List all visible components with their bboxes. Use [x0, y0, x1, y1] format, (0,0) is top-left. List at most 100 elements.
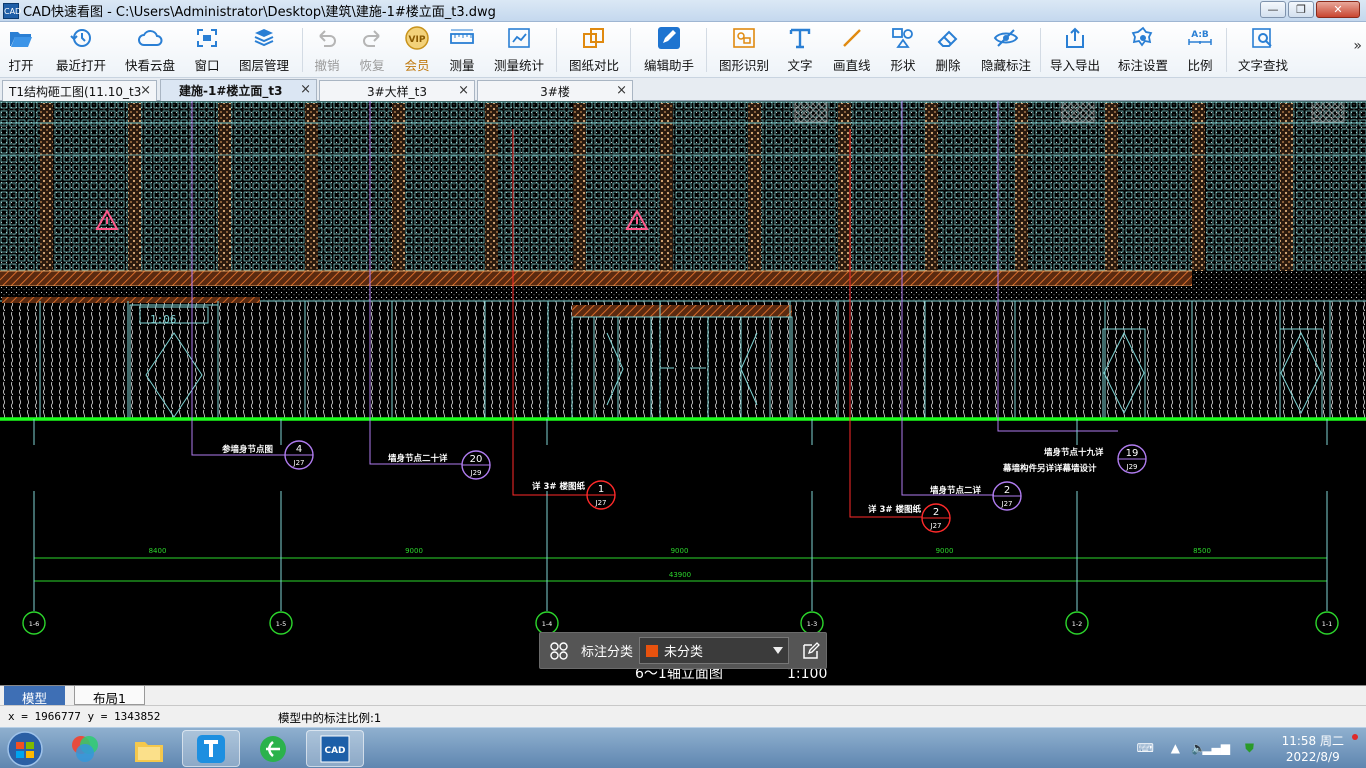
callout-label: 幕墙构件另详详幕墙设计 — [1002, 463, 1097, 474]
tab-structure-drawing[interactable]: T1结构砸工图(11.10_t3 × — [2, 80, 157, 101]
security-shield-icon[interactable]: ⛊ — [1245, 741, 1254, 756]
measure-stats-button[interactable]: 测量统计 — [494, 26, 544, 74]
stone-column — [660, 103, 673, 271]
layer-manager-button[interactable]: 图层管理 — [239, 26, 289, 74]
text-search-icon — [1250, 26, 1276, 50]
total-dimension-value: 43900 — [669, 571, 691, 579]
main-toolbar: 打开 最近打开 快看云盘 窗口 图层管理 撤销 恢复 VIP 会员 测量 测量统… — [0, 22, 1366, 78]
detail-callout[interactable]: 19 J29 — [1117, 444, 1147, 474]
scale-ab-icon: A:B — [1187, 26, 1213, 50]
tab-close-icon[interactable]: × — [140, 83, 151, 98]
show-hidden-icons[interactable]: ▲ — [1171, 741, 1180, 755]
maximize-button[interactable]: ❐ — [1288, 1, 1314, 18]
import-export-icon — [1062, 26, 1088, 50]
edit-icon[interactable] — [801, 641, 821, 661]
cloud-disk-button[interactable]: 快看云盘 — [125, 26, 175, 74]
ruler-icon — [449, 26, 475, 50]
edit-assistant-button[interactable]: 编辑助手 — [644, 26, 694, 74]
annotation-settings-button[interactable]: 标注设置 — [1118, 26, 1168, 74]
classifier-dropdown[interactable]: 未分类 — [639, 637, 790, 664]
layout-tabs: 模型 布局1 — [0, 685, 1366, 706]
detail-callout[interactable]: 2 J27 — [992, 481, 1022, 511]
scale-button[interactable]: A:B 比例 — [1187, 26, 1213, 74]
chevron-down-icon — [773, 647, 784, 654]
svg-text:CAD: CAD — [324, 746, 345, 756]
toolbar-separator — [1040, 28, 1041, 72]
close-button[interactable]: ✕ — [1316, 1, 1360, 18]
compare-sheets-button[interactable]: 图纸对比 — [569, 26, 619, 74]
minimize-button[interactable]: — — [1260, 1, 1286, 18]
typing-app-icon[interactable] — [182, 730, 240, 767]
compare-sheets-icon — [581, 26, 607, 50]
vip-member-button[interactable]: VIP 会员 — [404, 26, 430, 74]
undo-button[interactable]: 撤销 — [314, 26, 340, 74]
tab-close-icon[interactable]: × — [616, 83, 627, 98]
stone-column — [218, 103, 231, 271]
open-button[interactable]: 打开 — [8, 26, 34, 74]
svg-text:VIP: VIP — [409, 35, 426, 45]
draw-line-button[interactable]: 画直线 — [833, 26, 871, 74]
toolbar-separator — [302, 28, 303, 72]
cad-icon[interactable]: CAD — [306, 730, 364, 767]
import-export-button[interactable]: 导入导出 — [1050, 26, 1100, 74]
redo-icon — [359, 26, 385, 50]
window-button[interactable]: 窗口 — [194, 26, 220, 74]
delete-button[interactable]: 删除 — [935, 26, 961, 74]
tab-model[interactable]: 模型 — [4, 686, 66, 706]
measure-button[interactable]: 测量 — [449, 26, 475, 74]
callout-label: 参墙身节点图 — [222, 444, 273, 455]
recent-open-button[interactable]: 最近打开 — [56, 26, 106, 74]
title-bar: CAD CAD快速看图 - C:\Users\Administrator\Des… — [0, 0, 1366, 22]
redo-button[interactable]: 恢复 — [359, 26, 385, 74]
entrance-sign: 1:06 — [150, 313, 177, 326]
tab-elevation-drawing[interactable]: 建施-1#楼立面_t3 × — [160, 79, 317, 101]
tab-close-icon[interactable]: × — [300, 82, 311, 97]
tab-layout1[interactable]: 布局1 — [74, 686, 145, 706]
dimension-value: 9000 — [671, 547, 689, 555]
office-icon[interactable] — [56, 730, 114, 767]
shape-recognize-button[interactable]: 图形识别 — [719, 26, 769, 74]
callout-number: 4 — [296, 444, 302, 455]
notification-dot — [1352, 734, 1358, 740]
drawing-canvas[interactable]: 4 J27 20 J29 1 J27 2 J27 2 J27 19 J29 参墙身节点图 墙身节点二十… — [0, 101, 1366, 685]
annotation-scale-text: 模型中的标注比例:1 — [278, 711, 382, 725]
browser-icon[interactable] — [244, 730, 302, 767]
classifier-label: 标注分类 — [581, 645, 634, 660]
tab-close-icon[interactable]: × — [458, 83, 469, 98]
hide-annotation-button[interactable]: 隐藏标注 — [981, 26, 1031, 74]
callout-reference: J29 — [1126, 463, 1138, 471]
system-clock[interactable]: 11:58 周二 2022/8/9 — [1282, 733, 1344, 765]
cad-app-icon: CAD — [3, 2, 21, 19]
start-button[interactable] — [3, 729, 47, 768]
callout-label: 墙身节点十九详 — [1044, 447, 1104, 458]
dimension-value: 8500 — [1193, 547, 1211, 555]
detail-callout[interactable]: 2 J27 — [921, 503, 951, 533]
tab-building3[interactable]: 3#楼 × — [477, 80, 633, 101]
annotation-classifier-bar: 标注分类 未分类 — [539, 632, 827, 669]
toolbar-separator — [1226, 28, 1227, 72]
detail-callout[interactable]: 1 J27 — [586, 480, 616, 510]
explorer-icon[interactable] — [120, 730, 178, 767]
callout-label: 墙身节点二详 — [930, 485, 982, 496]
stone-column — [1280, 103, 1293, 271]
callout-reference: J29 — [470, 469, 482, 477]
eraser-icon — [935, 26, 961, 50]
detail-callout[interactable]: 20 J29 — [461, 450, 491, 480]
detail-callout[interactable]: 4 J27 — [284, 440, 314, 470]
toolbar-overflow-button[interactable]: » — [1353, 38, 1362, 54]
callout-number: 2 — [1004, 485, 1010, 496]
category-grid-icon[interactable] — [549, 641, 569, 661]
keyboard-icon[interactable]: ⌨ — [1137, 741, 1154, 755]
recent-clock-icon — [68, 26, 94, 50]
network-icon[interactable]: ▂▄▆ — [1202, 741, 1230, 755]
shapes-button[interactable]: 形状 — [890, 26, 916, 74]
toolbar-separator — [556, 28, 557, 72]
tab-detail-drawing[interactable]: 3#大样_t3 × — [319, 80, 475, 101]
dimension-value: 9000 — [936, 547, 954, 555]
stone-column — [485, 103, 498, 271]
text-search-button[interactable]: 文字查找 — [1238, 26, 1288, 74]
svg-text:A:B: A:B — [1191, 30, 1209, 40]
axis-label: 1-2 — [1072, 620, 1083, 628]
text-button[interactable]: 文字 — [787, 26, 813, 74]
annotation-settings-icon — [1130, 26, 1156, 50]
